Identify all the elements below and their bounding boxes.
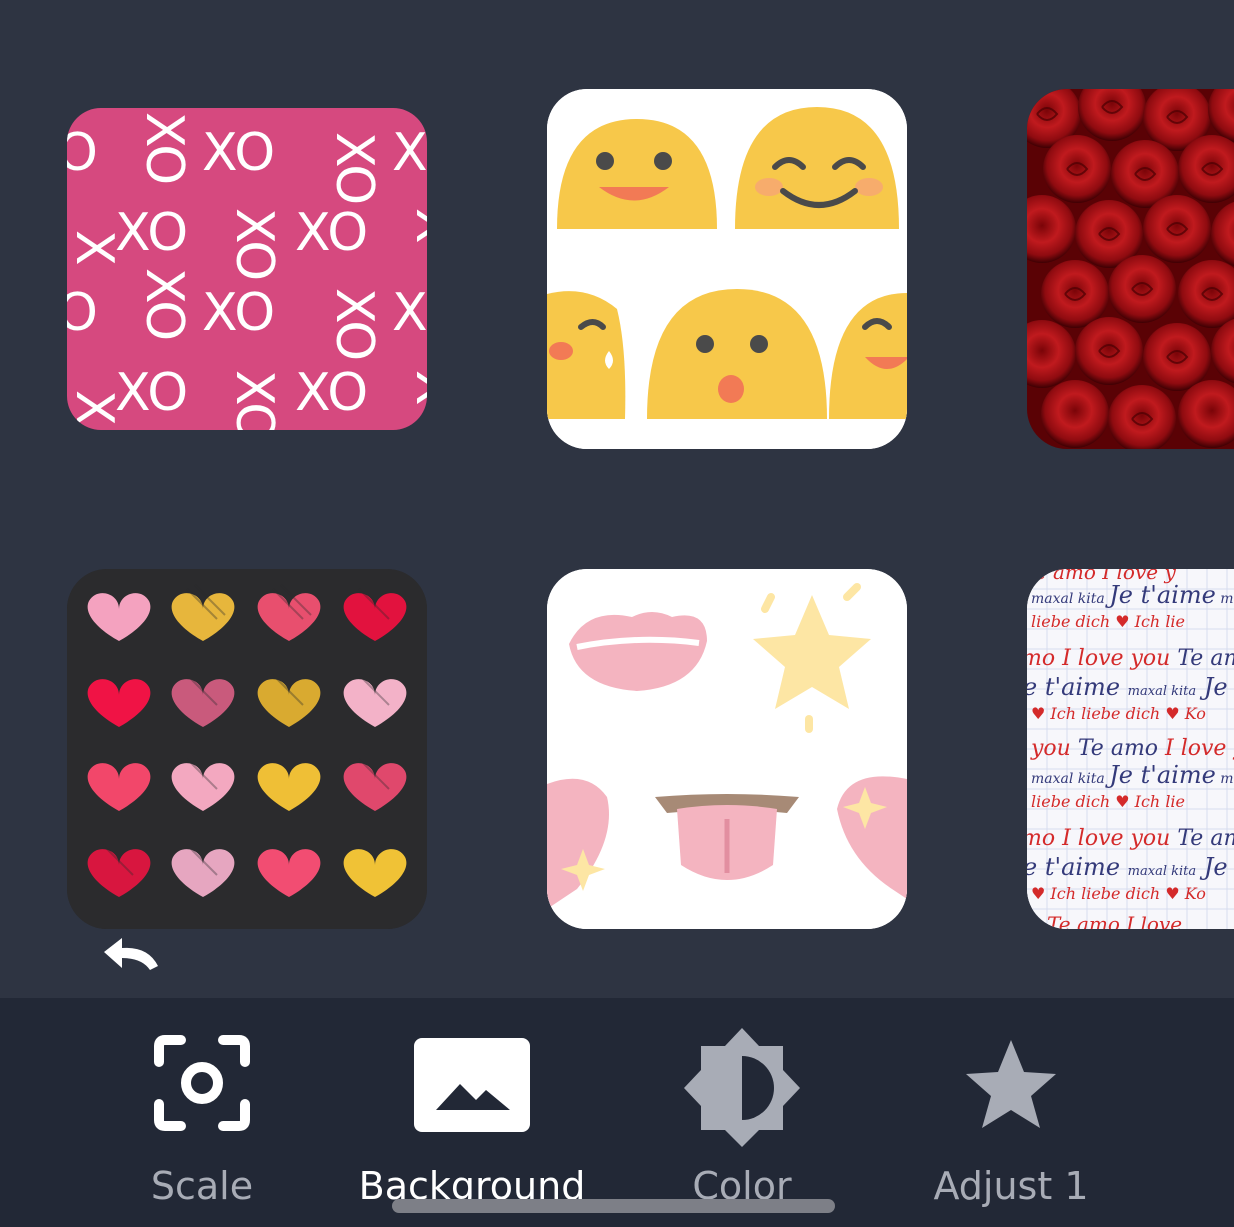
- svg-text:XO: XO: [324, 288, 384, 361]
- svg-text:Te amo I love: Te amo I love: [1047, 912, 1182, 929]
- svg-text:XO: XO: [295, 203, 368, 263]
- background-tile-love-languages[interactable]: Te amo I love y maxal kita Je t'aime ma …: [1027, 569, 1234, 929]
- svg-text:X: X: [392, 123, 427, 183]
- bottom-toolbar: Scale Background Color Adjust 1: [0, 998, 1234, 1227]
- svg-text:♥ Ich liebe dich ♥ Ko: ♥ Ich liebe dich ♥ Ko: [1031, 704, 1206, 723]
- svg-text:mo I love you Te amo: mo I love you Te amo: [1027, 646, 1234, 671]
- svg-text:XO: XO: [115, 363, 188, 423]
- tool-background-button[interactable]: Background: [352, 998, 592, 1227]
- svg-text:XO: XO: [224, 208, 284, 281]
- svg-text:O: O: [67, 283, 98, 343]
- background-tile-hearts[interactable]: [67, 569, 427, 929]
- star-icon: [956, 1028, 1066, 1142]
- svg-text:XO: XO: [134, 268, 194, 341]
- tool-scale-label: Scale: [150, 1164, 254, 1208]
- svg-text:X: X: [392, 283, 427, 343]
- svg-text:XO: XO: [134, 112, 194, 185]
- svg-text:♥ Ich liebe dich ♥ Ko: ♥ Ich liebe dich ♥ Ko: [1031, 884, 1206, 903]
- background-tile-xo[interactable]: O XO XO XO X X XO XO XO X O XO XO XO X X…: [67, 108, 427, 430]
- svg-text:e t'aime maxal kita Je: e t'aime maxal kita Je: [1027, 673, 1228, 701]
- svg-text:XO: XO: [295, 363, 368, 423]
- background-picker-screen: O XO XO XO X X XO XO XO X O XO XO XO X X…: [0, 0, 1234, 1227]
- kiss-star-tongue-image: [547, 569, 907, 929]
- svg-text:XO: XO: [115, 203, 188, 263]
- brightness-contrast-icon: [682, 1028, 802, 1152]
- svg-text:liebe dich ♥ Ich lie: liebe dich ♥ Ich lie: [1031, 612, 1185, 631]
- scale-focus-icon: [147, 1028, 257, 1142]
- tool-adjust-label: Adjust 1: [933, 1164, 1089, 1208]
- scribble-hearts-image: [67, 569, 427, 929]
- background-tile-kiss-stickers[interactable]: [547, 569, 907, 929]
- tool-adjust-button[interactable]: Adjust 1: [891, 998, 1131, 1227]
- undo-icon[interactable]: [96, 936, 162, 972]
- background-tile-emoji[interactable]: [547, 89, 907, 449]
- background-tile-roses[interactable]: [1027, 89, 1234, 449]
- home-indicator: [392, 1199, 835, 1213]
- svg-text:mo I love you Te amo: mo I love you Te amo: [1027, 826, 1234, 851]
- tool-scale-button[interactable]: Scale: [82, 998, 322, 1227]
- svg-text:XO: XO: [202, 283, 275, 343]
- svg-text:XO: XO: [202, 123, 275, 183]
- svg-text:you Te amo I love y: you Te amo I love y: [1030, 736, 1234, 761]
- tool-color-button[interactable]: Color: [622, 998, 862, 1227]
- svg-text:O: O: [67, 123, 98, 183]
- svg-text:X: X: [404, 208, 427, 244]
- svg-text:liebe dich ♥ Ich lie: liebe dich ♥ Ich lie: [1031, 792, 1185, 811]
- svg-text:X: X: [404, 370, 427, 406]
- xo-pattern-image: O XO XO XO X X XO XO XO X O XO XO XO X X…: [67, 108, 427, 430]
- svg-text:XO: XO: [324, 132, 384, 205]
- red-roses-image: [1027, 89, 1234, 449]
- svg-text:XO: XO: [224, 370, 284, 430]
- emoji-faces-image: [547, 89, 907, 449]
- love-languages-image: Te amo I love y maxal kita Je t'aime ma …: [1027, 569, 1234, 929]
- image-landscape-icon: [412, 1028, 532, 1142]
- svg-text:e t'aime maxal kita Je: e t'aime maxal kita Je: [1027, 853, 1228, 881]
